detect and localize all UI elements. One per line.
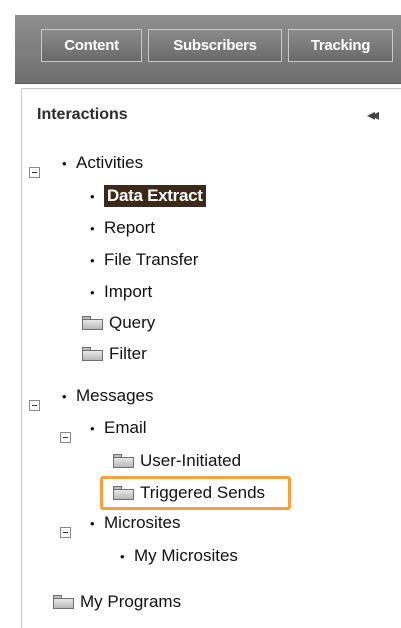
folder-icon: [113, 454, 134, 468]
tab-subscribers[interactable]: Subscribers: [148, 29, 282, 62]
folder-icon: [113, 486, 134, 500]
tree-node-messages[interactable]: • Messages: [62, 384, 153, 408]
tree-label-selected: Data Extract: [104, 185, 206, 207]
tree-node-activities[interactable]: • Activities: [62, 151, 143, 175]
tree-label: Report: [104, 218, 156, 237]
bullet-icon: •: [62, 388, 67, 404]
tree-label: Microsites: [104, 513, 181, 532]
bullet-icon: •: [62, 155, 67, 171]
collapse-panel-icon[interactable]: ◂◂: [367, 105, 379, 125]
tree-node-triggered-sends[interactable]: Triggered Sends: [113, 481, 265, 505]
bullet-icon: •: [120, 548, 125, 564]
collapse-messages-toggle[interactable]: [29, 400, 40, 411]
tree-node-email[interactable]: • Email: [90, 416, 147, 440]
bullet-icon: •: [90, 188, 95, 204]
tree-label: Activities: [76, 153, 144, 172]
top-navigation-bar: Content Subscribers Tracking: [15, 15, 401, 84]
tree-node-microsites[interactable]: • Microsites: [90, 511, 181, 535]
tree-node-data-extract[interactable]: • Data Extract: [90, 184, 206, 208]
tree-label: Import: [104, 282, 153, 301]
tree-label: My Programs: [80, 592, 182, 611]
tree-label: Email: [104, 418, 147, 437]
bullet-icon: •: [90, 252, 95, 268]
tree-label: Messages: [76, 386, 154, 405]
tree-node-user-initiated[interactable]: User-Initiated: [113, 449, 241, 473]
tab-tracking[interactable]: Tracking: [288, 29, 393, 62]
tree-label: File Transfer: [104, 250, 199, 269]
bullet-icon: •: [90, 515, 95, 531]
folder-icon: [82, 347, 103, 361]
tree-node-report[interactable]: • Report: [90, 216, 155, 240]
collapse-activities-toggle[interactable]: [29, 167, 40, 178]
tree-label: Triggered Sends: [140, 483, 266, 502]
folder-icon: [82, 316, 103, 330]
tree-node-query[interactable]: Query: [82, 311, 155, 335]
tree-label: My Microsites: [134, 546, 238, 565]
bullet-icon: •: [90, 420, 95, 436]
tree-node-my-microsites[interactable]: • My Microsites: [120, 544, 238, 568]
tree-node-filter[interactable]: Filter: [82, 342, 147, 366]
bullet-icon: •: [90, 220, 95, 236]
tree-node-my-programs[interactable]: My Programs: [53, 590, 181, 614]
tree-node-file-transfer[interactable]: • File Transfer: [90, 248, 198, 272]
bullet-icon: •: [90, 284, 95, 300]
tree-node-import[interactable]: • Import: [90, 280, 152, 304]
tree-label: Filter: [109, 344, 147, 363]
tree-label: User-Initiated: [140, 451, 242, 470]
folder-icon: [53, 595, 74, 609]
panel-title: Interactions: [37, 106, 128, 123]
collapse-microsites-toggle[interactable]: [60, 527, 71, 538]
tab-content[interactable]: Content: [41, 29, 142, 62]
collapse-email-toggle[interactable]: [60, 432, 71, 443]
tree-label: Query: [109, 313, 156, 332]
